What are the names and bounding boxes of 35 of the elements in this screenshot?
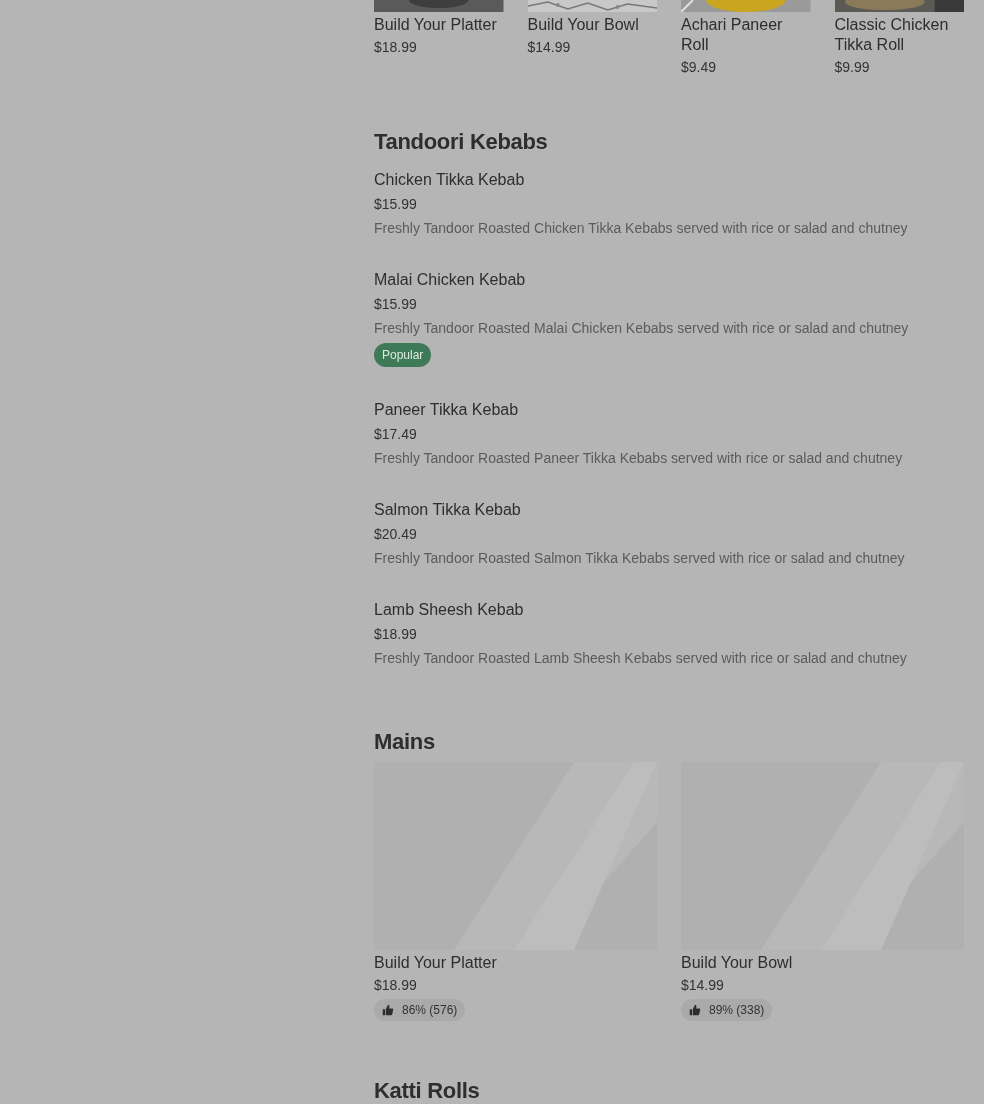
item-price: $18.99 bbox=[374, 625, 418, 643]
item-name[interactable]: Build Your Bowl bbox=[681, 953, 964, 973]
item-description: Freshly Tandoor Roasted Salmon Tikka Kebabs served with rice or salad and chutney bbox=[374, 549, 906, 567]
section-title: Mains bbox=[374, 728, 436, 756]
item-name[interactable]: Salmon Tikka Kebab bbox=[374, 500, 964, 520]
popular-badge: Popular bbox=[374, 343, 432, 367]
section-title: Katti Rolls bbox=[374, 1077, 481, 1104]
item-description: Freshly Tandoor Roasted Chicken Tikka Kebabs served with rice or salad and chutney bbox=[374, 219, 909, 237]
item-price: $9.49 bbox=[681, 58, 718, 76]
thumbs-up-icon bbox=[382, 1004, 394, 1016]
item-price: $9.99 bbox=[834, 58, 871, 76]
section-title: Tandoori Kebabs bbox=[374, 128, 549, 156]
item-price: $18.99 bbox=[374, 38, 418, 56]
item-price: $14.99 bbox=[527, 38, 572, 56]
item-description: Freshly Tandoor Roasted Malai Chicken Kebabs served with rice or salad and chutney bbox=[374, 319, 910, 337]
item-name[interactable]: Build Your Bowl bbox=[527, 15, 657, 35]
item-description: Freshly Tandoor Roasted Paneer Tikka Kebabs served with rice or salad and chutney bbox=[374, 449, 904, 467]
item-price: $15.99 bbox=[374, 195, 418, 213]
item-price: $18.99 bbox=[374, 976, 418, 994]
item-name[interactable]: Classic Chicken Tikka Roll bbox=[834, 15, 964, 55]
item-name[interactable]: Lamb Sheesh Kebab bbox=[374, 600, 964, 620]
item-name[interactable]: Build Your Platter bbox=[374, 15, 504, 35]
item-price: $20.49 bbox=[374, 525, 418, 543]
item-price: $17.49 bbox=[374, 425, 418, 443]
item-name[interactable]: Malai Chicken Kebab bbox=[374, 270, 964, 290]
item-price: $15.99 bbox=[374, 295, 418, 313]
thumbs-up-icon bbox=[689, 1004, 701, 1016]
rating-text: 89% (338) bbox=[709, 1002, 765, 1018]
item-description: Freshly Tandoor Roasted Lamb Sheesh Kebabs served with rice or salad and chutney bbox=[374, 649, 908, 667]
rating-text: 86% (576) bbox=[402, 1002, 458, 1018]
item-name[interactable]: Chicken Tikka Kebab bbox=[374, 170, 964, 190]
item-name[interactable]: Achari Paneer Roll bbox=[681, 15, 811, 55]
item-price: $14.99 bbox=[681, 976, 725, 994]
item-name[interactable]: Build Your Platter bbox=[374, 953, 657, 973]
item-name[interactable]: Paneer Tikka Kebab bbox=[374, 400, 964, 420]
